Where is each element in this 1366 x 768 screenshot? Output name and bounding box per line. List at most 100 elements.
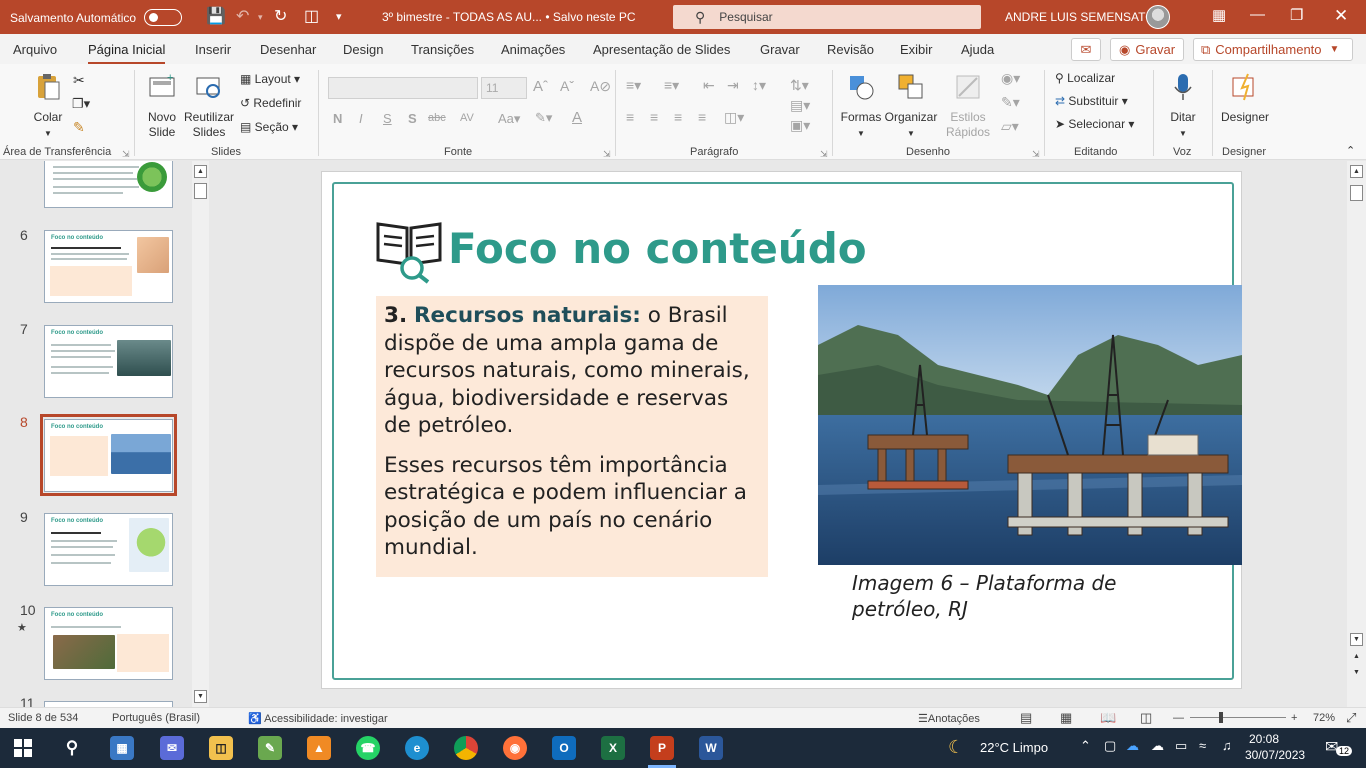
dialog-launcher-icon[interactable]: ⇲	[1032, 149, 1040, 160]
slide-thumbnail-6[interactable]: Foco no conteúdo	[44, 230, 173, 303]
paint-icon[interactable]: ✎	[258, 736, 282, 760]
tab-inserir[interactable]: Inserir	[195, 42, 231, 57]
slide-thumbnail-9[interactable]: Foco no conteúdo	[44, 513, 173, 586]
find-button[interactable]: ⚲ Localizar	[1055, 71, 1115, 85]
copy-icon[interactable]: ❐▾	[72, 96, 90, 112]
avatar[interactable]	[1146, 5, 1170, 29]
firefox-icon[interactable]: ◉	[503, 736, 527, 760]
underline-icon[interactable]: S	[383, 111, 392, 126]
bullets-icon[interactable]: ≡▾	[626, 77, 641, 94]
zoom-level[interactable]: 72%	[1313, 712, 1335, 724]
replace-button[interactable]: ⇄ Substituir ▾	[1055, 94, 1128, 108]
volume-icon[interactable]: ♫	[1222, 738, 1232, 753]
decrease-indent-icon[interactable]: ⇤	[703, 77, 715, 94]
edge-icon[interactable]: e	[405, 736, 429, 760]
numbering-icon[interactable]: ≡▾	[664, 77, 679, 94]
section-button[interactable]: ▤ Seção ▾	[240, 120, 298, 134]
outlook-icon[interactable]: O	[552, 736, 576, 760]
fit-slide-icon[interactable]: ⤢	[1346, 710, 1356, 726]
tab-ajuda[interactable]: Ajuda	[961, 42, 994, 57]
tab-transicoes[interactable]: Transições	[411, 42, 474, 57]
customize-toolbar-icon[interactable]: ▾	[336, 7, 342, 27]
clock-date[interactable]: 30/07/2023	[1245, 748, 1305, 762]
font-color-icon[interactable]: A	[572, 109, 582, 126]
align-left-icon[interactable]: ≡	[626, 109, 634, 125]
shape-effects-icon[interactable]: ▱▾	[1001, 118, 1019, 135]
powerpoint-icon[interactable]: P	[650, 736, 674, 760]
tab-apresentacao[interactable]: Apresentação de Slides	[593, 42, 730, 57]
notes-button[interactable]: ☰Anotações	[918, 712, 980, 725]
cloud-icon[interactable]: ☁	[1151, 738, 1164, 754]
windows-start-icon[interactable]	[14, 739, 32, 757]
zoom-out-icon[interactable]: —	[1173, 712, 1184, 724]
italic-icon[interactable]: I	[359, 111, 363, 126]
reading-view-icon[interactable]: 📖	[1100, 710, 1116, 726]
chat-icon[interactable]: ✉	[160, 736, 184, 760]
normal-view-icon[interactable]: ▤	[1020, 710, 1032, 726]
word-icon[interactable]: W	[699, 736, 723, 760]
next-slide-icon[interactable]: ▼	[1350, 667, 1363, 680]
widgets-icon[interactable]: ▦	[110, 736, 134, 760]
file-explorer-icon[interactable]: ◫	[209, 736, 233, 760]
record-button[interactable]: ◉ Gravar	[1110, 38, 1184, 61]
ribbon-display-icon[interactable]: ▦	[1212, 6, 1226, 24]
scroll-thumb[interactable]	[1350, 185, 1363, 201]
new-slide-button[interactable]: + Novo Slide	[142, 72, 182, 140]
whatsapp-icon[interactable]: ☎	[356, 736, 380, 760]
tab-arquivo[interactable]: Arquivo	[13, 42, 57, 57]
user-name[interactable]: ANDRE LUIS SEMENSATO	[1005, 10, 1155, 24]
close-icon[interactable]: ✕	[1334, 6, 1348, 26]
layout-button[interactable]: ▦ Layout ▾	[240, 72, 300, 86]
dialog-launcher-icon[interactable]: ⇲	[820, 149, 828, 160]
collapse-ribbon-icon[interactable]: ⌃	[1346, 144, 1355, 157]
text-direction-icon[interactable]: ⇅▾	[790, 77, 809, 94]
reset-button[interactable]: ↺ Redefinir	[240, 96, 301, 110]
change-case-icon[interactable]: Aa▾	[498, 111, 520, 127]
minimize-icon[interactable]: —	[1250, 6, 1265, 23]
tab-revisao[interactable]: Revisão	[827, 42, 874, 57]
search-input[interactable]: ⚲ Pesquisar	[673, 5, 981, 29]
share-button[interactable]: ⧉ Compartilhamento ▼	[1193, 38, 1353, 61]
line-spacing-icon[interactable]: ↕▾	[752, 77, 766, 94]
tab-animacoes[interactable]: Animações	[501, 42, 565, 57]
restore-icon[interactable]: ❐	[1290, 6, 1303, 24]
slideshow-icon[interactable]: ◫	[1140, 710, 1152, 726]
shapes-button[interactable]: Formas ▼	[839, 72, 883, 141]
wifi-icon[interactable]: ≈	[1199, 738, 1206, 753]
toggle-switch[interactable]	[144, 9, 183, 26]
tab-design[interactable]: Design	[343, 42, 383, 57]
scroll-up-icon[interactable]: ▲	[194, 165, 207, 178]
zoom-slider-thumb[interactable]	[1219, 712, 1223, 723]
dictate-button[interactable]: Ditar ▼	[1163, 72, 1203, 141]
font-family-select[interactable]	[328, 77, 478, 99]
justify-icon[interactable]: ≡	[698, 109, 706, 125]
accessibility-status[interactable]: ♿ Acessibilidade: investigar	[248, 712, 388, 725]
undo-dropdown-icon[interactable]: ▾	[258, 7, 263, 27]
tab-gravar[interactable]: Gravar	[760, 42, 800, 57]
oil-platform-photo[interactable]	[818, 285, 1242, 565]
cut-icon[interactable]: ✂	[73, 72, 85, 89]
scroll-thumb[interactable]	[194, 183, 207, 199]
slide-canvas[interactable]: Foco no conteúdo 3. Recursos naturais: o…	[321, 171, 1242, 689]
select-button[interactable]: ➤ Selecionar ▾	[1055, 117, 1134, 131]
tab-pagina-inicial[interactable]: Página Inicial	[88, 42, 166, 65]
comments-button[interactable]: ✉	[1071, 38, 1101, 61]
dialog-launcher-icon[interactable]: ⇲	[603, 149, 611, 160]
dialog-launcher-icon[interactable]: ⇲	[122, 149, 130, 160]
tab-desenhar[interactable]: Desenhar	[260, 42, 316, 57]
bold-icon[interactable]: N	[333, 111, 342, 126]
scroll-down-icon[interactable]: ▼	[194, 690, 207, 703]
grow-font-icon[interactable]: Aˆ	[533, 78, 548, 95]
onedrive-icon[interactable]: ☁	[1126, 738, 1139, 754]
slide-thumbnail-5[interactable]	[44, 161, 173, 208]
scroll-up-icon[interactable]: ▲	[1350, 165, 1363, 178]
show-hidden-icons-icon[interactable]: ⌃	[1080, 738, 1091, 754]
zoom-in-icon[interactable]: +	[1291, 712, 1297, 724]
align-right-icon[interactable]: ≡	[674, 109, 682, 125]
align-text-icon[interactable]: ▤▾	[790, 97, 810, 114]
columns-icon[interactable]: ◫▾	[724, 109, 744, 126]
save-icon[interactable]: 💾	[206, 7, 226, 27]
weather-text[interactable]: 22°C Limpo	[980, 740, 1048, 755]
meet-now-icon[interactable]: ▢	[1104, 738, 1116, 754]
vlc-icon[interactable]: ▲	[307, 736, 331, 760]
